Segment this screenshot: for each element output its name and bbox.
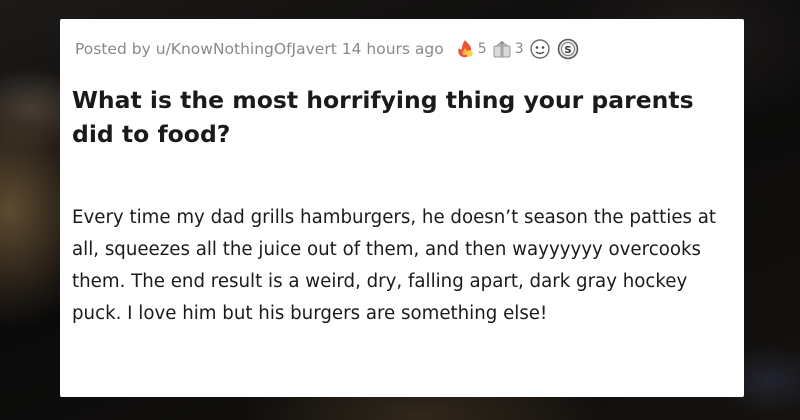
gift-award-icon	[493, 41, 511, 58]
reddit-post-card: Posted by u/KnowNothingOfJavert 14 hours…	[60, 19, 744, 397]
posted-by-label: Posted by	[75, 40, 151, 58]
awards-row[interactable]: 5 3 S	[454, 38, 584, 60]
face-award-icon	[529, 39, 550, 59]
username-link[interactable]: u/KnowNothingOfJavert	[156, 40, 337, 58]
post-meta: Posted by u/KnowNothingOfJavert 14 hours…	[75, 35, 584, 63]
award-gift-count: 3	[514, 41, 524, 57]
post-timestamp[interactable]: 14 hours ago	[342, 40, 444, 58]
svg-text:S: S	[564, 45, 571, 56]
post-body: Every time my dad grills hamburgers, he …	[72, 207, 717, 324]
award-fire-count: 5	[477, 41, 487, 57]
fire-award-icon	[457, 40, 473, 58]
award-face[interactable]	[528, 38, 552, 60]
award-gift[interactable]: 3	[491, 38, 524, 60]
award-coin[interactable]: S	[556, 38, 580, 60]
post-title[interactable]: What is the most horrifying thing your p…	[72, 83, 712, 151]
award-fire[interactable]: 5	[454, 38, 487, 60]
coin-award-icon: S	[557, 38, 578, 60]
